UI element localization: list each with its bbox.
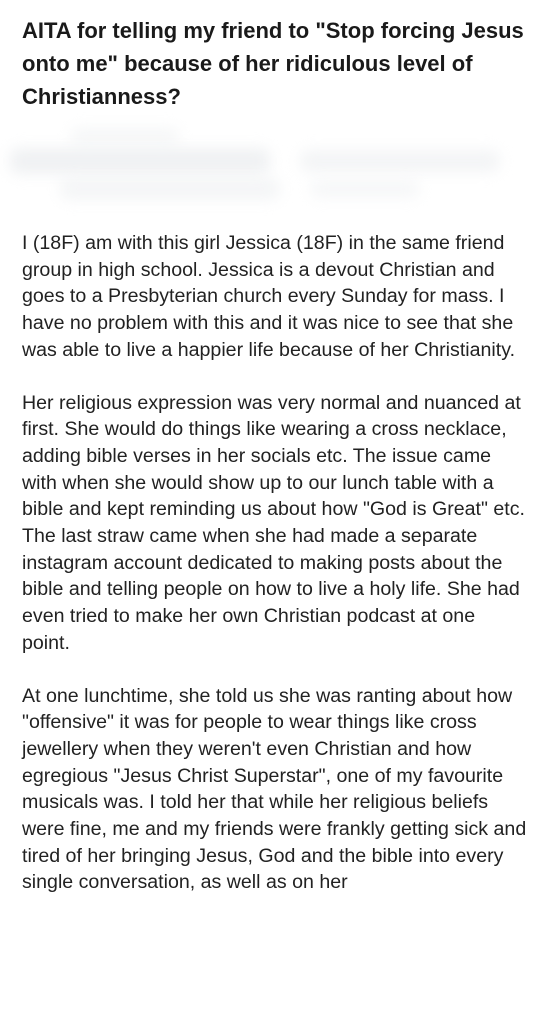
post-paragraph: At one lunchtime, she told us she was ra… <box>22 684 527 894</box>
redacted-meta-line <box>10 148 270 174</box>
redacted-meta-line <box>60 178 280 200</box>
post-view: AITA for telling my friend to "Stop forc… <box>0 0 545 1024</box>
post-paragraph: Her religious expression was very normal… <box>22 391 525 654</box>
redacted-meta-line <box>70 128 180 144</box>
redacted-meta-line <box>310 180 420 198</box>
redacted-post-metadata <box>0 118 545 210</box>
post-title: AITA for telling my friend to "Stop forc… <box>22 18 524 109</box>
post-paragraph: I (18F) am with this girl Jessica (18F) … <box>22 232 516 361</box>
post-body: I (18F) am with this girl Jessica (18F) … <box>22 230 527 922</box>
redacted-meta-line <box>300 150 500 172</box>
